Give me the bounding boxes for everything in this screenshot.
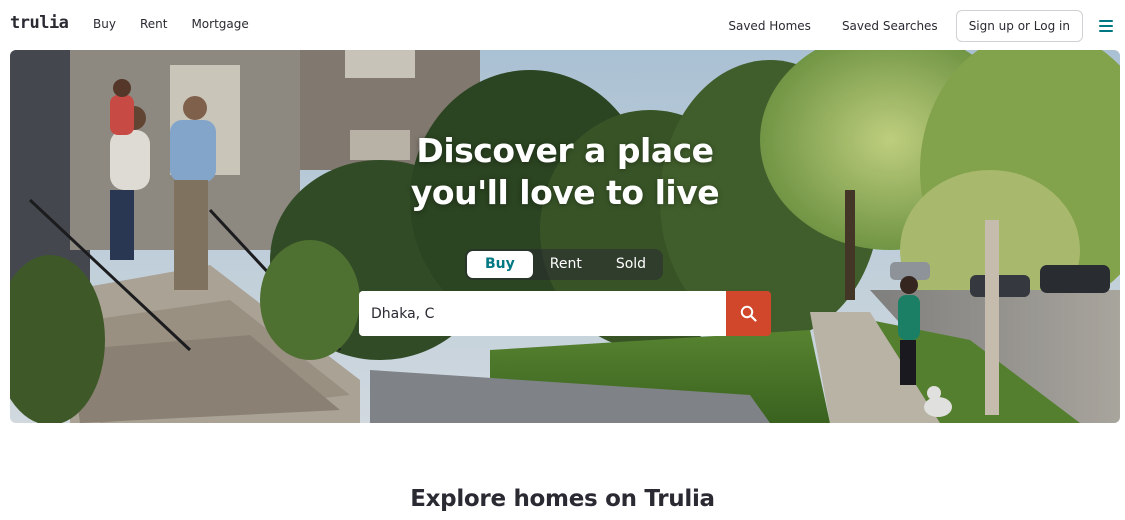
explore-section-title: Explore homes on Trulia — [410, 486, 715, 512]
search-icon — [740, 305, 757, 322]
saved-searches-link[interactable]: Saved Searches — [842, 19, 938, 33]
tab-sold[interactable]: Sold — [599, 249, 663, 280]
location-search-input[interactable] — [359, 291, 726, 336]
hero-background-image — [10, 50, 1120, 423]
hamburger-menu-icon[interactable] — [1099, 20, 1113, 32]
saved-homes-link[interactable]: Saved Homes — [728, 19, 811, 33]
nav-link-rent[interactable]: Rent — [140, 17, 168, 31]
tab-buy[interactable]: Buy — [467, 251, 533, 278]
hero-headline-line1: Discover a place — [416, 131, 714, 170]
hero-headline-line2: you'll love to live — [410, 173, 720, 212]
search-type-tabs: Buy Rent Sold — [465, 249, 664, 280]
hero-headline: Discover a place you'll love to live — [10, 130, 1120, 214]
primary-nav: Buy Rent Mortgage — [93, 17, 273, 31]
hero-banner: Discover a place you'll love to live Buy… — [10, 50, 1120, 423]
top-navigation: trulia Buy Rent Mortgage Saved Homes Sav… — [0, 0, 1125, 50]
trulia-logo[interactable]: trulia — [10, 13, 69, 33]
signup-login-button[interactable]: Sign up or Log in — [955, 10, 1083, 42]
search-button[interactable] — [726, 291, 771, 336]
secondary-nav: Saved Homes Saved Searches Sign up or Lo… — [728, 10, 1125, 42]
tab-rent[interactable]: Rent — [533, 249, 599, 280]
location-search — [359, 291, 771, 336]
nav-link-buy[interactable]: Buy — [93, 17, 116, 31]
nav-link-mortgage[interactable]: Mortgage — [191, 17, 248, 31]
